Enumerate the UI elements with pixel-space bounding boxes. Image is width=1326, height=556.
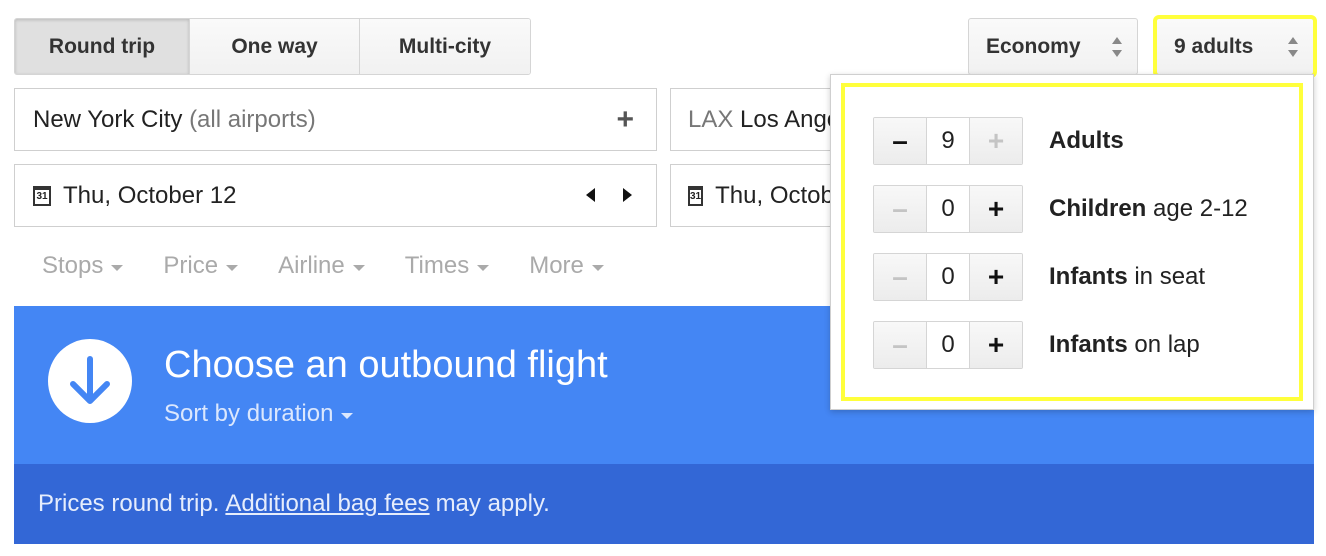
pax-detail: in seat xyxy=(1134,263,1206,290)
children-stepper: – 0 + xyxy=(873,185,1023,233)
caret-down-icon xyxy=(591,264,604,271)
filter-label: Airline xyxy=(278,252,345,279)
next-date-arrow-icon[interactable] xyxy=(623,188,632,202)
infants-seat-label: Infants in seat xyxy=(1049,263,1205,291)
filter-more[interactable]: More xyxy=(529,252,604,280)
caret-down-icon xyxy=(341,412,354,419)
filter-label: Stops xyxy=(42,252,104,279)
infants-lap-row: – 0 + Infants on lap xyxy=(873,321,1200,369)
infants-lap-minus-button[interactable]: – xyxy=(874,322,926,368)
filter-airline[interactable]: Airline xyxy=(278,252,365,280)
filter-price[interactable]: Price xyxy=(163,252,239,280)
infants-seat-count: 0 xyxy=(926,254,970,300)
pax-type: Children xyxy=(1049,195,1147,222)
pax-type: Adults xyxy=(1049,127,1124,154)
cabin-class-select[interactable]: Economy xyxy=(968,18,1138,75)
return-date-value: Thu, October xyxy=(715,181,839,209)
filter-times[interactable]: Times xyxy=(404,252,490,280)
trip-type-selector: Round trip One way Multi-city xyxy=(14,18,531,75)
origin-suffix: (all airports) xyxy=(189,105,316,133)
sort-dropdown[interactable]: Sort by duration xyxy=(164,400,354,428)
children-row: – 0 + Children age 2-12 xyxy=(873,185,1248,233)
caret-down-icon xyxy=(352,264,365,271)
destination-code: LAX xyxy=(688,105,734,133)
pax-type: Infants xyxy=(1049,263,1128,290)
multi-city-button[interactable]: Multi-city xyxy=(360,19,530,74)
children-count: 0 xyxy=(926,186,970,232)
return-date-input[interactable]: 31 Thu, October xyxy=(670,164,840,227)
departure-date-input[interactable]: 31 Thu, October 12 xyxy=(14,164,657,227)
up-down-arrows-icon xyxy=(1288,37,1298,57)
prices-note-text: Prices round trip. xyxy=(38,490,220,517)
arrow-down-circle-icon xyxy=(48,339,132,423)
bag-fees-link[interactable]: Additional bag fees xyxy=(225,490,429,518)
infants-seat-plus-button[interactable]: + xyxy=(970,254,1022,300)
sort-label: Sort by duration xyxy=(164,400,334,427)
pax-detail: age 2-12 xyxy=(1153,195,1248,222)
add-origin-plus-icon[interactable]: + xyxy=(616,103,634,137)
infants-lap-count: 0 xyxy=(926,322,970,368)
passenger-count-value: 9 adults xyxy=(1174,34,1254,58)
caret-down-icon xyxy=(111,264,124,271)
infants-seat-minus-button[interactable]: – xyxy=(874,254,926,300)
passenger-count-select[interactable]: 9 adults xyxy=(1153,15,1317,78)
cabin-class-value: Economy xyxy=(986,34,1081,58)
results-title: Choose an outbound flight xyxy=(164,344,608,386)
infants-lap-label: Infants on lap xyxy=(1049,331,1200,359)
date-nav-arrows xyxy=(586,188,632,202)
up-down-arrows-icon xyxy=(1112,37,1122,57)
adults-plus-button[interactable]: + xyxy=(970,118,1022,164)
passenger-popup: – 9 + Adults – 0 + Children age 2-12 – 0… xyxy=(830,74,1314,410)
destination-city: Los Angeles xyxy=(740,105,839,133)
one-way-button[interactable]: One way xyxy=(190,19,360,74)
infants-lap-plus-button[interactable]: + xyxy=(970,322,1022,368)
filter-bar: Stops Price Airline Times More xyxy=(42,252,644,280)
departure-date-value: Thu, October 12 xyxy=(63,181,237,209)
origin-input[interactable]: New York City (all airports) + xyxy=(14,88,657,151)
pax-detail: on lap xyxy=(1134,331,1200,358)
prices-note-suffix: may apply. xyxy=(435,490,550,517)
filter-label: Price xyxy=(163,252,219,279)
infants-seat-stepper: – 0 + xyxy=(873,253,1023,301)
infants-lap-stepper: – 0 + xyxy=(873,321,1023,369)
filter-stops[interactable]: Stops xyxy=(42,252,124,280)
adults-row: – 9 + Adults xyxy=(873,117,1124,165)
children-plus-button[interactable]: + xyxy=(970,186,1022,232)
filter-label: Times xyxy=(404,252,470,279)
caret-down-icon xyxy=(477,264,490,271)
caret-down-icon xyxy=(226,264,239,271)
calendar-icon: 31 xyxy=(33,185,51,206)
calendar-icon: 31 xyxy=(688,185,704,206)
adults-label: Adults xyxy=(1049,127,1124,155)
infants-seat-row: – 0 + Infants in seat xyxy=(873,253,1205,301)
previous-date-arrow-icon[interactable] xyxy=(586,188,595,202)
children-minus-button[interactable]: – xyxy=(874,186,926,232)
destination-input[interactable]: LAX Los Angeles xyxy=(670,88,840,151)
children-label: Children age 2-12 xyxy=(1049,195,1248,223)
pax-type: Infants xyxy=(1049,331,1128,358)
adults-count: 9 xyxy=(926,118,970,164)
adults-stepper: – 9 + xyxy=(873,117,1023,165)
filter-label: More xyxy=(529,252,584,279)
round-trip-button[interactable]: Round trip xyxy=(15,19,190,74)
origin-city: New York City xyxy=(33,105,183,133)
prices-note-bar: Prices round trip. Additional bag fees m… xyxy=(14,464,1314,544)
adults-minus-button[interactable]: – xyxy=(874,118,926,164)
